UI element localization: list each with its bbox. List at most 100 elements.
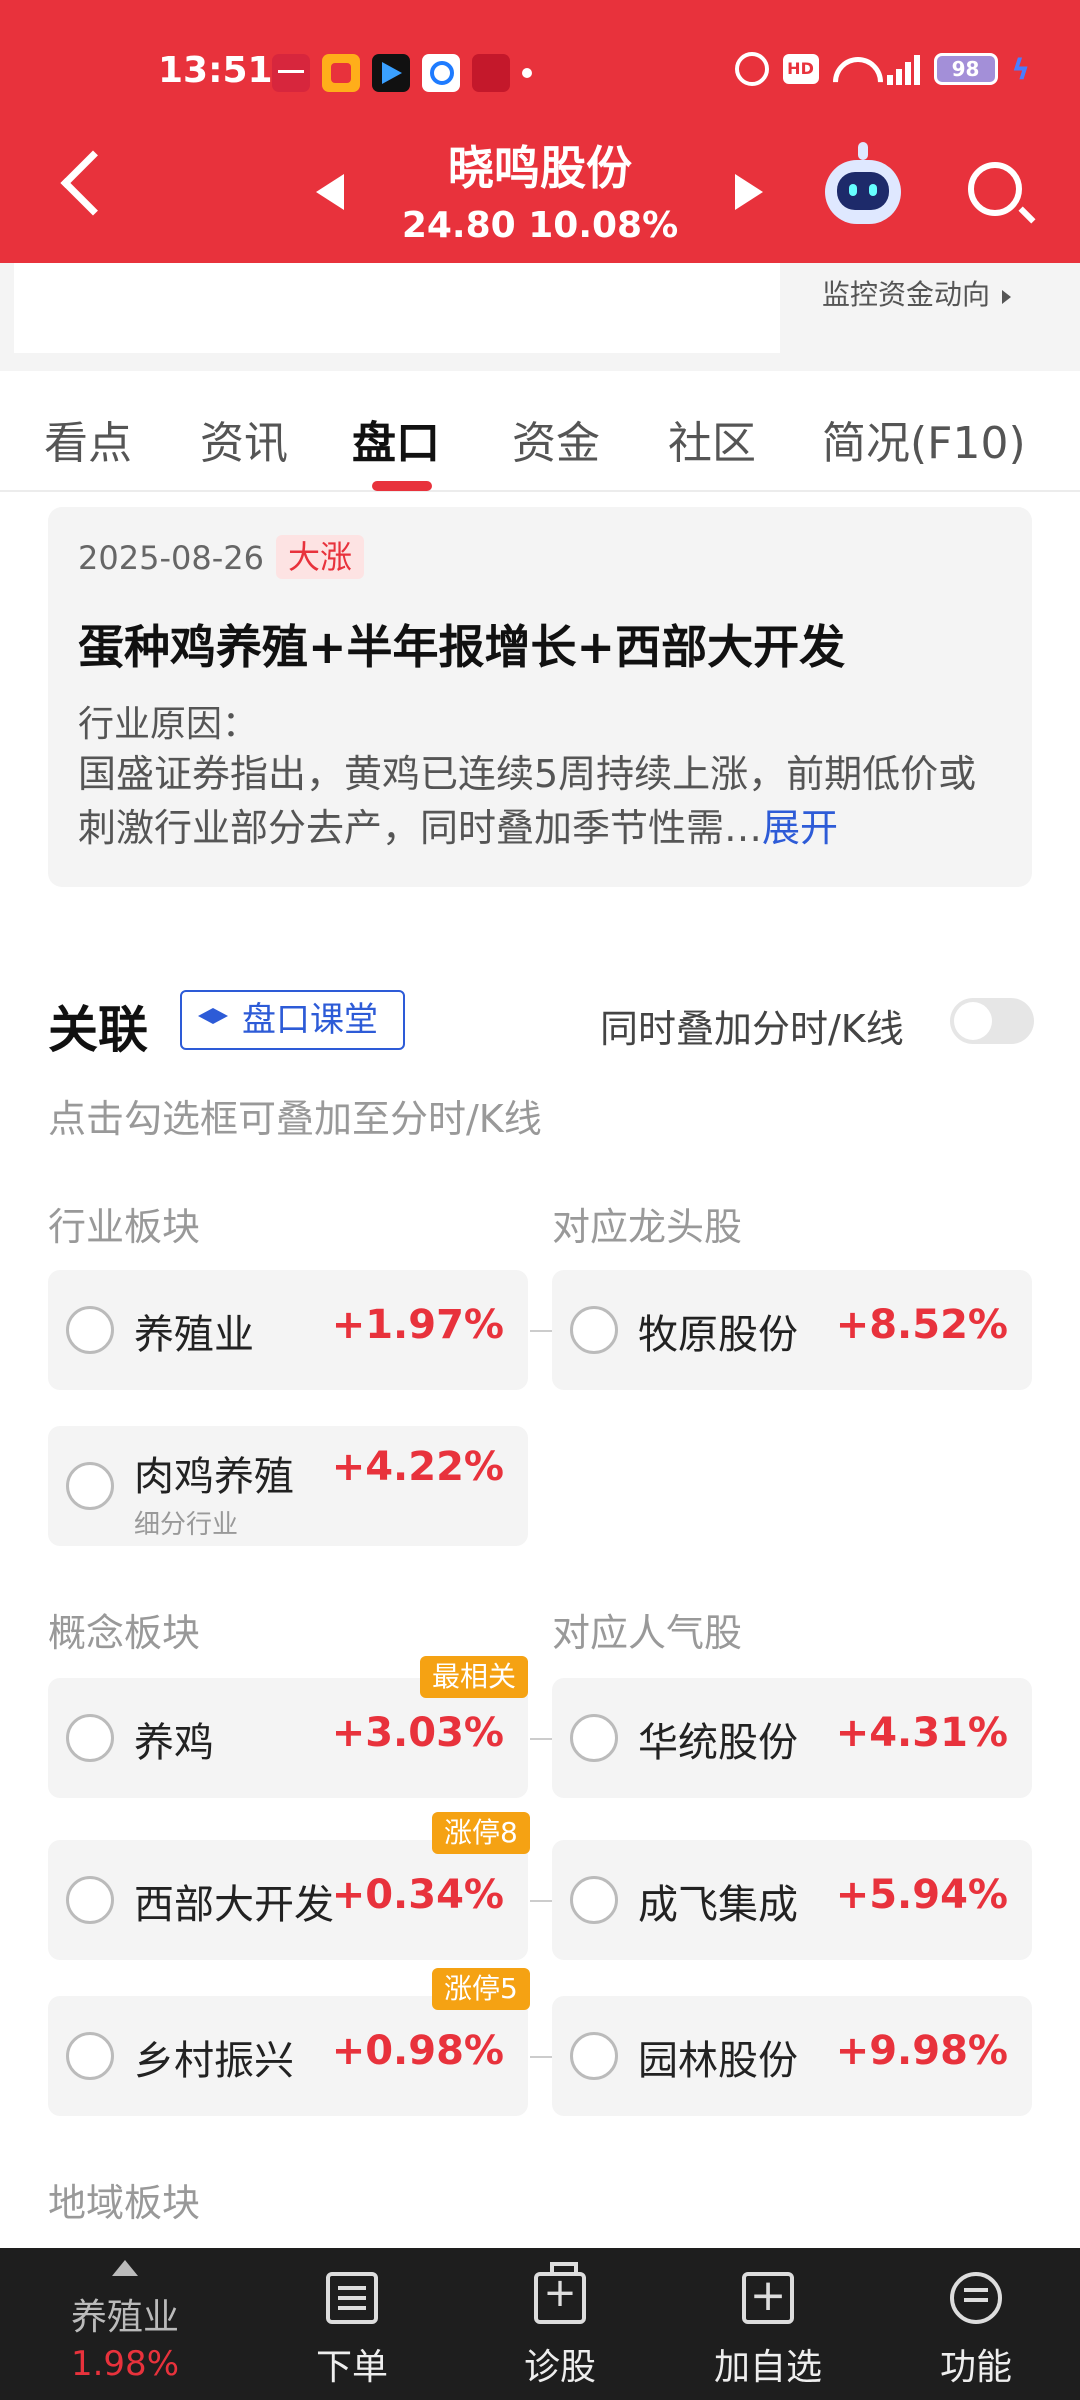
class-button-label: 盘口课堂 [242, 1000, 378, 1040]
stock-name: 牧原股份 [638, 1312, 798, 1358]
status-bar: 13:51 HD 98 ϟ [0, 42, 1080, 102]
robot-antenna [858, 142, 868, 160]
tab-news[interactable]: 资讯 [200, 407, 288, 471]
stock-change: +8.52% [835, 1302, 1008, 1348]
stock-card[interactable]: 牧原股份 +8.52% [552, 1270, 1032, 1390]
connector-line [530, 1330, 552, 1332]
app-notification-icon [472, 54, 510, 92]
leader-stock-label: 对应龙头股 [552, 1205, 743, 1249]
sector-card[interactable]: 乡村振兴 +0.98% [48, 1996, 528, 2116]
function-button[interactable]: 功能 [896, 2248, 1056, 2400]
sector-tag: 最相关 [420, 1656, 529, 1698]
status-time: 13:51 [158, 50, 273, 91]
signal-icon [886, 53, 920, 85]
chart-area-remnant [14, 263, 780, 353]
checkbox-radio[interactable] [66, 1876, 114, 1924]
sector-change: +4.22% [331, 1444, 504, 1490]
back-icon[interactable] [60, 150, 126, 216]
current-sector-change: 1.98% [70, 2344, 179, 2384]
wifi-icon [833, 53, 873, 85]
order-button[interactable]: 下单 [272, 2248, 432, 2400]
bottom-bar: 养殖业 1.98% 下单 诊股 加自选 功能 [0, 2248, 1080, 2400]
sector-change: +0.98% [331, 2028, 504, 2074]
overlay-toggle-label: 同时叠加分时/K线 [600, 1007, 904, 1051]
tab-highlights[interactable]: 看点 [44, 407, 132, 471]
concept-sector-label: 概念板块 [48, 1611, 201, 1655]
order-icon [326, 2272, 378, 2324]
battery-icon: 98 [933, 53, 998, 85]
sector-sublabel: 细分行业 [134, 1510, 239, 1540]
sector-card[interactable]: 西部大开发 +0.34% [48, 1840, 528, 1960]
news-body: 国盛证券指出，黄鸡已连续5周持续上涨，前期低价或刺激行业部分去产，同时叠加季节性… [78, 747, 1008, 855]
active-tab-indicator [372, 481, 432, 491]
checkbox-radio[interactable] [570, 2032, 618, 2080]
related-title: 关联 [48, 1001, 148, 1059]
notification-icons [272, 54, 532, 92]
overlay-toggle[interactable] [950, 998, 1034, 1044]
checkbox-radio[interactable] [66, 1462, 114, 1510]
diagnose-icon [534, 2262, 586, 2324]
sector-card[interactable]: 养殖业 +1.97% [48, 1270, 528, 1390]
popular-stock-label: 对应人气股 [552, 1611, 743, 1655]
news-body-text: 国盛证券指出，黄鸡已连续5周持续上涨，前期低价或刺激行业部分去产，同时叠加季节性… [78, 752, 977, 850]
stock-name: 华统股份 [638, 1720, 798, 1766]
stock-quote: 24.80 10.08% [401, 205, 679, 246]
checkbox-radio[interactable] [66, 2032, 114, 2080]
stock-name: 成飞集成 [638, 1882, 798, 1928]
charging-icon: ϟ [1011, 52, 1030, 86]
diagnose-label: 诊股 [523, 2347, 596, 2388]
stock-card[interactable]: 华统股份 +4.31% [552, 1678, 1032, 1798]
related-hint: 点击勾选框可叠加至分时/K线 [48, 1097, 542, 1141]
tab-order-book[interactable]: 盘口 [352, 407, 440, 471]
robot-assistant-icon[interactable] [825, 160, 901, 224]
stock-name: 晓鸣股份 [448, 141, 632, 195]
stock-card[interactable]: 成飞集成 +5.94% [552, 1840, 1032, 1960]
sector-name: 养殖业 [134, 1312, 254, 1358]
expand-up-icon [112, 2260, 138, 2276]
stock-card[interactable]: 园林股份 +9.98% [552, 1996, 1032, 2116]
search-icon[interactable] [968, 162, 1022, 216]
sector-change: +0.34% [331, 1872, 504, 1918]
tab-capital[interactable]: 资金 [512, 407, 600, 471]
current-sector-button[interactable]: 养殖业 1.98% [40, 2248, 210, 2400]
news-card[interactable]: 2025-08-26 大涨 蛋种鸡养殖+半年报增长+西部大开发 行业原因： 国盛… [48, 507, 1032, 887]
checkbox-radio[interactable] [570, 1306, 618, 1354]
app-notification-icon [422, 54, 460, 92]
function-icon [950, 2272, 1002, 2324]
monitor-capital-link[interactable]: 监控资金动向 [822, 273, 1011, 313]
app-notification-icon [272, 54, 310, 92]
tab-community[interactable]: 社区 [668, 407, 756, 471]
connector-line [530, 1900, 552, 1902]
order-book-class-button[interactable]: 盘口课堂 [180, 990, 405, 1050]
sector-change: +3.03% [331, 1710, 504, 1756]
region-sector-label: 地域板块 [48, 2181, 201, 2225]
stock-change: +9.98% [835, 2028, 1008, 2074]
stock-change: +5.94% [835, 1872, 1008, 1918]
next-stock-icon[interactable] [735, 174, 763, 210]
sector-tag: 涨停5 [432, 1968, 530, 2010]
alarm-icon [734, 52, 769, 86]
checkbox-radio[interactable] [570, 1876, 618, 1924]
news-subtitle: 行业原因： [78, 704, 259, 745]
checkbox-radio[interactable] [66, 1306, 114, 1354]
app-notification-icon [372, 54, 410, 92]
sector-card[interactable]: 肉鸡养殖 细分行业 +4.22% [48, 1426, 528, 1546]
checkbox-radio[interactable] [66, 1714, 114, 1762]
tab-profile-f10[interactable]: 简况(F10) [822, 407, 1026, 471]
checkbox-radio[interactable] [570, 1714, 618, 1762]
app-header: 13:51 HD 98 ϟ 晓鸣股份 24.80 10.08% [0, 0, 1080, 263]
expand-link[interactable]: 展开 [762, 806, 838, 850]
toggle-knob [954, 1002, 992, 1040]
hd-icon: HD [782, 54, 819, 84]
sector-name: 乡村振兴 [134, 2038, 294, 2084]
app-notification-icon [322, 54, 360, 92]
diagnose-button[interactable]: 诊股 [480, 2248, 640, 2400]
monitor-strip: 监控资金动向 [0, 263, 1080, 371]
current-sector-name: 养殖业 [70, 2297, 179, 2338]
order-label: 下单 [315, 2347, 388, 2388]
graduation-cap-icon [198, 1008, 228, 1024]
add-watchlist-button[interactable]: 加自选 [688, 2248, 848, 2400]
sector-name: 肉鸡养殖 [134, 1454, 294, 1500]
more-notifications-icon [522, 68, 532, 78]
news-badge: 大涨 [276, 535, 365, 579]
